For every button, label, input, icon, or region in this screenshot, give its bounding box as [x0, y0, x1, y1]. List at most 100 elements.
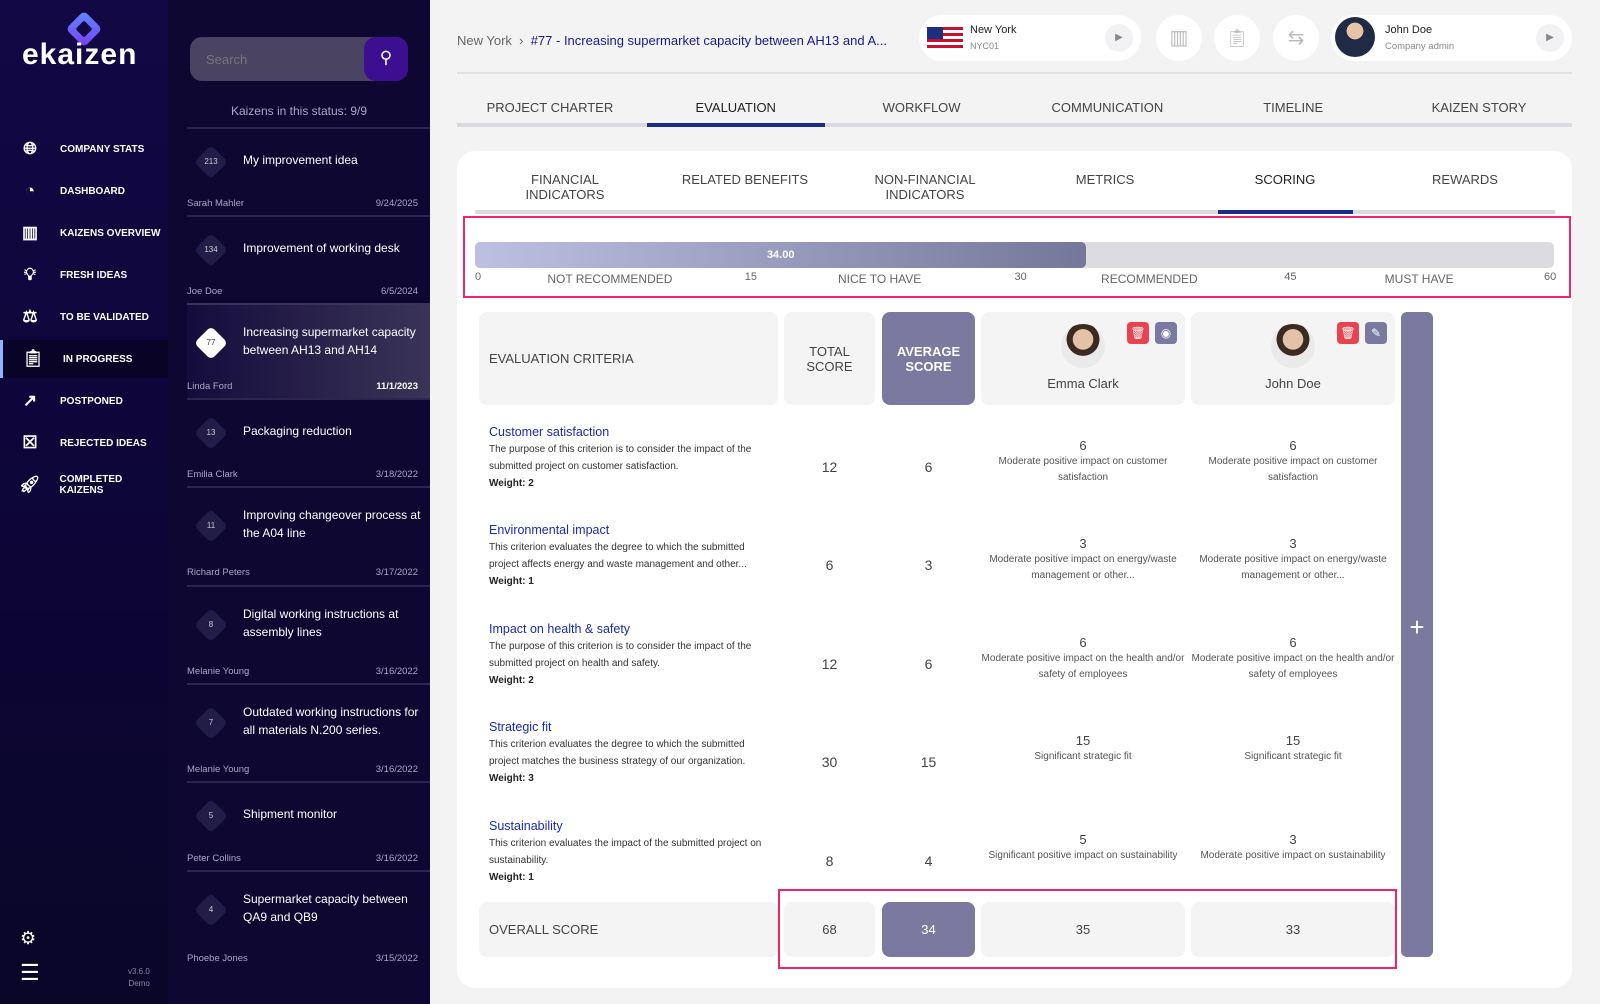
criteria-name[interactable]: Strategic fit	[489, 719, 774, 736]
tab-timeline[interactable]: TIMELINE	[1204, 100, 1382, 127]
user-name: John Doe	[1385, 24, 1433, 36]
tab-evaluation[interactable]: EVALUATION	[646, 100, 825, 127]
kaizen-title: Shipment monitor	[243, 807, 338, 821]
id-badge: 4	[194, 893, 228, 927]
score-progress-fill: 34.00	[475, 242, 1087, 268]
nav-item-kaizens-overview[interactable]: ▥ KAIZENS OVERVIEW	[0, 214, 168, 252]
kaizen-list-item[interactable]: 77 Increasing supermarket capacity betwee…	[187, 303, 430, 398]
score-description: Moderate positive impact on sustainabili…	[1200, 849, 1386, 861]
kanban-button[interactable]: ▥	[1156, 15, 1202, 61]
average-score: 6	[924, 459, 933, 475]
criteria-weight: Weight: 3	[489, 773, 534, 785]
id-number: 13	[206, 428, 216, 437]
score-value: 15	[1285, 733, 1301, 749]
user-menu[interactable]: John Doe Company admin ▶	[1331, 15, 1572, 61]
nav-item-fresh-ideas[interactable]: 💡︎ FRESH IDEAS	[0, 256, 168, 294]
nav-item-postponed[interactable]: ↗ POSTPONED	[0, 382, 168, 420]
tab-related-benefits[interactable]: RELATED BENEFITS	[678, 172, 813, 214]
settings-sliders-icon[interactable]: ⚙	[20, 928, 36, 949]
kaizen-author: Joe Doe	[187, 286, 223, 297]
id-number: 8	[208, 620, 214, 629]
criteria-weight: Weight: 1	[489, 871, 534, 883]
criteria-name[interactable]: Customer satisfaction	[489, 424, 774, 441]
tab-workflow[interactable]: WORKFLOW	[833, 100, 1011, 127]
pencil-icon[interactable]: ✎	[1365, 322, 1387, 344]
criteria-name[interactable]: Sustainability	[489, 818, 774, 835]
location-name: New York	[970, 24, 1017, 36]
eye-icon[interactable]: ◉	[1155, 322, 1177, 344]
kaizen-author: Richard Peters	[187, 567, 250, 578]
nav-item-company-stats[interactable]: 🌐︎ COMPANY STATS	[0, 130, 168, 168]
us-flag-icon	[927, 27, 963, 49]
evaluator-header: John Doe 🗑︎ ✎	[1191, 312, 1395, 405]
signpost-button[interactable]: ⇆	[1273, 15, 1319, 61]
tick-label: 60	[1544, 271, 1557, 283]
score-value: 6	[1079, 634, 1087, 650]
evaluator-score: 6 Moderate positive impact on customer sa…	[981, 438, 1185, 486]
kaizen-date: 3/17/2022	[375, 567, 418, 578]
avatar	[1335, 17, 1375, 57]
menu-icon[interactable]: ☰	[20, 960, 40, 986]
scales-icon: ⚖	[22, 307, 38, 326]
tab-financial-indicators[interactable]: FINANCIAL INDICATORS	[498, 172, 633, 214]
kaizen-list-item[interactable]: 13 Packaging reduction Emilia Clark 3/18/20…	[187, 398, 430, 486]
evaluator-score: 5 Significant positive impact on sustaina…	[981, 832, 1185, 864]
kaizen-title: Improvement of working desk	[243, 241, 400, 255]
id-badge: 213	[194, 145, 228, 179]
criteria-cell: Strategic fit This criterion evaluates th…	[489, 719, 774, 787]
kaizen-list-item[interactable]: 11 Improving changeover process at the A0…	[187, 486, 430, 584]
clipboard-button[interactable]: 📋︎	[1214, 15, 1260, 61]
id-badge: 8	[194, 608, 228, 642]
kaizen-list-item[interactable]: 4 Supermarket capacity between QA9 and QB…	[187, 870, 430, 970]
score-description: Moderate positive impact on the health a…	[1191, 652, 1395, 680]
tab-communication[interactable]: COMMUNICATION	[1018, 100, 1196, 127]
environment: Demo	[128, 979, 150, 988]
version: v3.6.0 Demo	[128, 966, 150, 990]
criteria-cell: Environmental impact This criterion evalu…	[489, 522, 774, 590]
nav-item-rejected-ideas[interactable]: ☒ REJECTED IDEAS	[0, 424, 168, 462]
nav-item-dashboard[interactable]: ◔ DASHBOARD	[0, 172, 168, 210]
id-number: 77	[206, 338, 216, 347]
chevron-right-icon[interactable]: ▶	[1105, 24, 1133, 52]
kaizen-list-item[interactable]: 5 Shipment monitor Peter Collins 3/16/2022	[187, 781, 430, 870]
zone-label: MUST HAVE	[1384, 272, 1454, 286]
delete-icon[interactable]: 🗑︎	[1337, 322, 1359, 344]
criteria-weight: Weight: 2	[489, 674, 534, 686]
criteria-name[interactable]: Environmental impact	[489, 522, 774, 539]
overall-average: 34	[882, 902, 975, 957]
kaizen-author: Melanie Young	[187, 764, 250, 775]
kaizen-list-item[interactable]: 134 Improvement of working desk Joe Doe 6/5…	[187, 215, 430, 303]
delete-icon[interactable]: 🗑︎	[1127, 322, 1149, 344]
tab-metrics[interactable]: METRICS	[1038, 172, 1173, 214]
search-button[interactable]: ⚲	[364, 37, 408, 81]
nav-item-in-progress[interactable]: 📋︎ IN PROGRESS	[0, 340, 168, 378]
tab-kaizen-story[interactable]: KAIZEN STORY	[1390, 100, 1568, 127]
kaizen-date: 3/15/2022	[375, 953, 418, 964]
add-evaluator-button[interactable]: +	[1401, 312, 1433, 957]
criteria-weight: Weight: 1	[489, 576, 534, 588]
criteria-row: Impact on health & safety The purpose of …	[479, 615, 1395, 713]
kaizen-list-item[interactable]: 7 Outdated working instructions for all m…	[187, 683, 430, 781]
evaluator-score: 6 Moderate positive impact on the health …	[1191, 635, 1395, 683]
header-average-score: AVERAGE SCORE	[882, 312, 975, 405]
kaizen-list-item[interactable]: 213 My improvement idea Sarah Mahler 9/24/2…	[187, 127, 430, 215]
tab-project-charter[interactable]: PROJECT CHARTER	[461, 100, 639, 127]
overall-score-emma: 35	[981, 902, 1185, 957]
tab-scoring[interactable]: SCORING	[1217, 172, 1353, 214]
criteria-name[interactable]: Impact on health & safety	[489, 621, 774, 638]
tab-rewards[interactable]: REWARDS	[1398, 172, 1533, 214]
location-selector[interactable]: New York NYC01 ▶	[919, 15, 1141, 61]
globe-pin-icon: 🌐︎	[23, 139, 37, 158]
total-score: 30	[821, 754, 838, 771]
tab-non-financial-indicators[interactable]: NON-FINANCIAL INDICATORS	[858, 172, 993, 214]
kaizen-title: Improving changeover process at the A04 …	[243, 508, 421, 540]
id-number: 7	[208, 718, 214, 727]
criteria-description: This criterion evaluates the degree to w…	[489, 739, 746, 768]
nav-item-completed-kaizens[interactable]: 🚀︎ COMPLETED KAIZENS	[0, 466, 168, 504]
breadcrumb-root[interactable]: New York	[457, 33, 512, 48]
id-badge: 7	[194, 706, 228, 740]
kaizen-list-item[interactable]: 8 Digital working instructions at assembl…	[187, 585, 430, 683]
id-number: 4	[208, 905, 214, 914]
chevron-right-icon[interactable]: ▶	[1536, 24, 1564, 52]
nav-item-to-be-validated[interactable]: ⚖ TO BE VALIDATED	[0, 298, 168, 336]
